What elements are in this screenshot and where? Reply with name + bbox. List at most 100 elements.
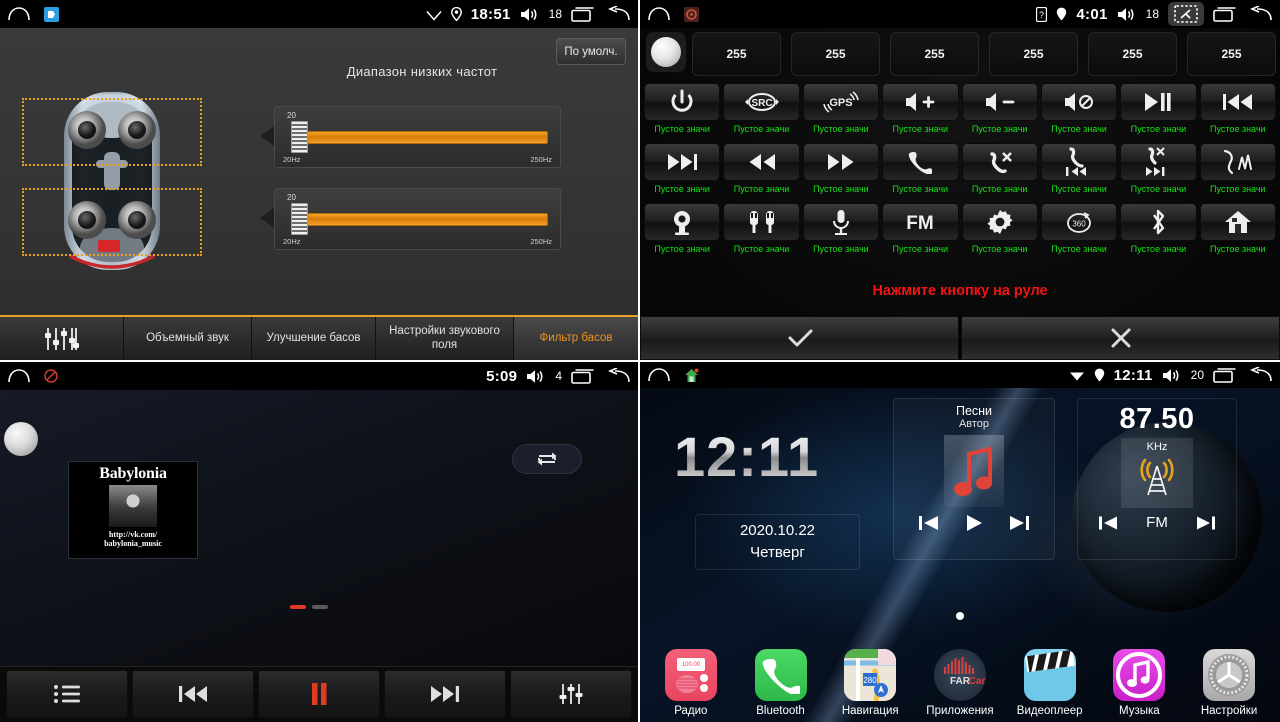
equalizer-button[interactable]: [510, 670, 632, 718]
tab-equalizer[interactable]: [0, 317, 124, 360]
settings-gear-icon[interactable]: [961, 203, 1038, 241]
page-dot-active[interactable]: [290, 605, 306, 609]
dock-item-1[interactable]: 100.00 Радио: [652, 649, 730, 717]
src-icon[interactable]: SRC: [723, 83, 800, 121]
music-app-icon[interactable]: [1113, 649, 1166, 701]
screenshot-icon[interactable]: [1168, 2, 1204, 26]
fast-forward-icon[interactable]: [802, 143, 880, 181]
tab-bass-boost[interactable]: Улучшение басов: [252, 317, 376, 360]
tab-surround-sound[interactable]: Объемный звук: [124, 317, 252, 360]
phone-hangup-icon[interactable]: [961, 143, 1038, 181]
value-box-5[interactable]: 255: [1088, 32, 1177, 76]
slider-thumb-1[interactable]: [291, 121, 308, 153]
rotary-knob-indicator[interactable]: [646, 32, 686, 72]
radio-app-icon[interactable]: 100.00: [664, 649, 717, 701]
value-box-2[interactable]: 255: [791, 32, 880, 76]
back-icon[interactable]: [604, 368, 630, 384]
next-button[interactable]: [384, 670, 506, 718]
voice-wave-icon[interactable]: [1199, 143, 1276, 181]
value-box-3[interactable]: 255: [890, 32, 979, 76]
av-input-icon[interactable]: [723, 203, 800, 241]
home-icon[interactable]: [8, 7, 30, 21]
widget-play-button[interactable]: [963, 513, 985, 533]
clock-widget[interactable]: 12:11: [674, 424, 819, 489]
repeat-mode-button[interactable]: [512, 444, 582, 474]
music-widget[interactable]: Песни Автор: [893, 398, 1055, 560]
volume-up-icon[interactable]: [882, 83, 959, 121]
recents-icon[interactable]: [571, 368, 595, 384]
recents-icon[interactable]: [1213, 6, 1237, 22]
dock-label: Bluetooth: [756, 705, 805, 717]
play-pause-icon[interactable]: [1120, 83, 1197, 121]
page-dot[interactable]: [312, 605, 328, 609]
value-box-1[interactable]: 255: [692, 32, 781, 76]
phone-app-icon[interactable]: [754, 649, 807, 701]
back-icon[interactable]: [604, 6, 630, 22]
default-button[interactable]: По умолч.: [556, 38, 626, 65]
front-speaker-zone[interactable]: [22, 98, 202, 166]
tab-bass-filter[interactable]: Фильтр басов: [514, 317, 638, 360]
dock-item-6[interactable]: Музыка: [1100, 649, 1178, 717]
rewind-icon[interactable]: [723, 143, 800, 181]
recents-icon[interactable]: [571, 6, 595, 22]
slider-track-1[interactable]: [307, 131, 548, 144]
back-icon[interactable]: [1246, 367, 1272, 383]
app-icon[interactable]: [44, 6, 59, 22]
date-widget[interactable]: 2020.10.22 Четверг: [695, 514, 860, 570]
phone-previous-icon[interactable]: [1040, 143, 1118, 181]
widget-previous-button[interactable]: [917, 514, 941, 532]
car-speaker-diagram: [22, 80, 202, 280]
home-icon[interactable]: [648, 368, 670, 382]
maps-app-icon[interactable]: 280: [844, 649, 897, 701]
confirm-button[interactable]: [640, 316, 959, 360]
radio-widget[interactable]: 87.50 KHz FM: [1077, 398, 1237, 560]
function-button-grid: Пустое значи SRC Пустое значи GPS Пустое зна…: [644, 83, 1276, 261]
back-icon[interactable]: [1246, 6, 1272, 22]
value-box-6[interactable]: 255: [1187, 32, 1276, 76]
video-app-icon[interactable]: [1023, 649, 1076, 701]
previous-button[interactable]: [132, 670, 254, 718]
slider-panel-2[interactable]: 20 20Hz 250Hz: [274, 188, 561, 250]
dock-item-2[interactable]: Bluetooth: [742, 649, 820, 717]
mute-icon[interactable]: [1040, 83, 1118, 121]
house-app-icon[interactable]: [684, 368, 699, 383]
home-icon[interactable]: [8, 369, 30, 383]
tab-sound-field-settings[interactable]: Настройки звукового поля: [376, 317, 514, 360]
home-icon[interactable]: [648, 7, 670, 21]
dock-item-5[interactable]: Видеоплеер: [1011, 649, 1089, 717]
microphone-icon[interactable]: [802, 203, 880, 241]
value-box-4[interactable]: 255: [989, 32, 1078, 76]
rotate-360-icon[interactable]: 360: [1040, 203, 1118, 241]
home-house-icon[interactable]: [1199, 203, 1276, 241]
radio-next-button[interactable]: [1194, 515, 1216, 531]
power-icon[interactable]: [644, 83, 721, 121]
cancel-button[interactable]: [961, 316, 1280, 360]
pause-button[interactable]: [258, 670, 380, 718]
volume-down-icon[interactable]: [961, 83, 1038, 121]
radio-band[interactable]: FM: [1146, 514, 1168, 531]
car-icon[interactable]: [684, 6, 699, 22]
fm-radio-icon[interactable]: FM: [882, 203, 959, 241]
slider-thumb-2[interactable]: [291, 203, 308, 235]
slider-panel-1[interactable]: 20 20Hz 250Hz: [274, 106, 561, 168]
dock-item-4[interactable]: FAR Car Приложения: [921, 649, 999, 717]
farcar-apps-icon[interactable]: FAR Car: [933, 649, 986, 701]
phone-answer-icon[interactable]: [882, 143, 959, 181]
gps-icon[interactable]: GPS: [802, 83, 880, 121]
bluetooth-icon[interactable]: [1120, 203, 1197, 241]
previous-track-icon[interactable]: [1199, 83, 1276, 121]
dock-item-7[interactable]: Настройки: [1190, 649, 1268, 717]
rotary-knob-indicator[interactable]: [4, 422, 38, 456]
next-track-icon[interactable]: [644, 143, 721, 181]
home-page-indicator[interactable]: [956, 612, 964, 620]
camera-icon[interactable]: [644, 203, 721, 241]
playlist-button[interactable]: [6, 670, 128, 718]
recents-icon[interactable]: [1213, 367, 1237, 383]
widget-next-button[interactable]: [1007, 514, 1031, 532]
slider-track-2[interactable]: [307, 213, 548, 226]
settings-app-icon[interactable]: [1203, 649, 1256, 701]
phone-next-icon[interactable]: [1120, 143, 1197, 181]
rear-speaker-zone[interactable]: [22, 188, 202, 256]
radio-previous-button[interactable]: [1098, 515, 1120, 531]
dock-item-3[interactable]: 280 Навигация: [831, 649, 909, 717]
